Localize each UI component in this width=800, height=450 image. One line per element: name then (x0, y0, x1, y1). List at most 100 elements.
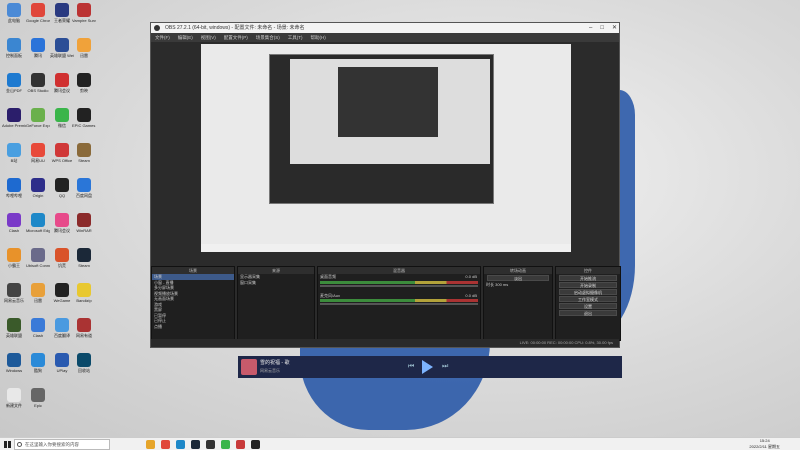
desktop-icon[interactable]: 英雄联盟 WeGame版 (50, 38, 74, 58)
desktop-icon[interactable]: 网易云音乐 (2, 283, 26, 303)
start-button[interactable] (0, 438, 14, 450)
desktop-icon[interactable]: GeForce Experience (26, 108, 50, 128)
taskbar-search[interactable]: 在这里输入你要搜索的内容 (14, 438, 110, 450)
app-icon (7, 213, 21, 227)
desktop-icon[interactable]: Origin (26, 178, 50, 198)
desktop-icon[interactable]: 回收站 (72, 353, 96, 373)
desktop-icon[interactable]: Steam (72, 143, 96, 163)
desktop-icon[interactable]: 腾讯会议 (50, 73, 74, 93)
desktop-icon[interactable]: Epic (26, 388, 50, 408)
prev-icon[interactable]: ⏮ (408, 363, 414, 371)
desktop-icon[interactable]: 腾讯会议 (50, 213, 74, 233)
desktop-icon[interactable]: B站 (2, 143, 26, 163)
menu-item[interactable]: 帮助(H) (311, 33, 326, 42)
menu-item[interactable]: 视图(V) (201, 33, 216, 42)
edge-icon[interactable] (176, 439, 185, 449)
obs-preview[interactable] (201, 44, 571, 252)
desktop-icon[interactable]: Microsoft Edge (26, 213, 50, 233)
desktop-icon[interactable]: 控制面板 (2, 38, 26, 58)
desktop-icon[interactable]: WeGame (50, 283, 74, 303)
desktop-icon[interactable]: Bandizip (72, 283, 96, 303)
chrome-icon[interactable] (161, 439, 170, 449)
wechat-icon[interactable] (221, 439, 230, 449)
desktop-icon[interactable]: UPlay (50, 353, 74, 373)
desktop-icon-label: 此电脑 (8, 18, 20, 23)
qq-icon[interactable] (251, 439, 260, 449)
desktop-icon[interactable]: 王者荣耀 (50, 3, 74, 23)
desktop-icon[interactable]: 哔哩哔哩 (2, 178, 26, 198)
desktop-icon[interactable]: 百度网盘 (72, 178, 96, 198)
source-item[interactable]: 窗口采集 (238, 280, 314, 286)
control-button[interactable]: 开始录制 (559, 282, 617, 288)
obs-icon[interactable] (206, 439, 215, 449)
transition-select[interactable]: 淡出 (487, 275, 549, 281)
desktop-icon[interactable]: 饥荒 (50, 248, 74, 268)
app-icon (31, 38, 45, 52)
album-art[interactable] (241, 359, 257, 375)
desktop-icon[interactable]: QQ (50, 178, 74, 198)
desktop-icon[interactable]: 网易有道 (72, 318, 96, 338)
app-icon (7, 388, 21, 402)
close-icon[interactable]: ✕ (612, 23, 617, 33)
volume-slider[interactable] (320, 284, 478, 287)
desktop-icon[interactable]: 英雄联盟 (2, 318, 26, 338)
desktop-icon[interactable]: 微信 (50, 108, 74, 128)
desktop-icon[interactable]: 腾讯 (26, 38, 50, 58)
desktop-icon[interactable]: 小霸王 (2, 248, 26, 268)
desktop-icon[interactable]: 百度翻译 (50, 318, 74, 338)
menu-item[interactable]: 场景集合(S) (256, 33, 280, 42)
app-icon (77, 143, 91, 157)
desktop-icon[interactable]: 金山PDF (2, 73, 26, 93)
scene-item[interactable]: 点播 (152, 324, 234, 330)
control-button[interactable]: 工作室模式 (559, 296, 617, 302)
desktop-icon[interactable]: Google Chrome (26, 3, 50, 23)
music-icon[interactable] (236, 439, 245, 449)
control-button[interactable]: 开始推流 (559, 275, 617, 281)
desktop-icon[interactable]: Ubisoft Connect (26, 248, 50, 268)
desktop-icon[interactable]: 新建文件 (2, 388, 26, 408)
mixer-track: 桌面音频 0.0 dB (318, 274, 480, 287)
desktop-icon[interactable]: Vampire Survivors (72, 3, 96, 23)
desktop-icon[interactable]: WinRAR (72, 213, 96, 233)
next-icon[interactable]: ⏭ (442, 363, 448, 371)
file-explorer-icon[interactable] (146, 439, 155, 449)
desktop-icon[interactable]: Steam (72, 248, 96, 268)
sources-list: 显示器采集 窗口采集 (238, 274, 314, 285)
desktop-icon[interactable]: Adobe Premiere (2, 108, 26, 128)
menu-item[interactable]: 编辑(E) (178, 33, 193, 42)
desktop-icon-label: WeGame (53, 298, 71, 303)
control-button[interactable]: 设置 (559, 303, 617, 309)
steam-icon[interactable] (191, 439, 200, 449)
volume-slider[interactable] (320, 303, 478, 305)
scenes-list: 场景 小窗 - 直播 多分屏场景 视频播放场景 无画面场景 游戏 黑屏 已暂停 已停止 点播 (152, 274, 234, 329)
play-icon[interactable] (422, 360, 433, 374)
desktop-icon[interactable]: OBS Studio (26, 73, 50, 93)
menu-item[interactable]: 工具(T) (288, 33, 303, 42)
app-icon (77, 353, 91, 367)
desktop-icon[interactable]: WPS Office (50, 143, 74, 163)
desktop-icon[interactable]: 此电脑 (2, 3, 26, 23)
sources-panel: 来源 显示器采集 窗口采集 (237, 266, 315, 341)
control-button[interactable]: 退出 (559, 310, 617, 316)
obs-titlebar[interactable]: OBS 27.2.1 (64-bit, windows) - 配置文件: 未命名… (151, 23, 619, 33)
taskbar-clock[interactable]: 15:24 2022/2/11 星期五 (749, 438, 780, 449)
desktop-icon[interactable]: Clash (2, 213, 26, 233)
duration-value[interactable]: 300 ms (495, 282, 508, 287)
desktop-icon-label: 英雄联盟 WeGame版 (50, 53, 74, 58)
app-icon (31, 388, 45, 402)
desktop-icon[interactable]: 迅雷 (26, 283, 50, 303)
desktop-icon[interactable]: 迅雷 (72, 38, 96, 58)
desktop-icon[interactable]: Clash (26, 318, 50, 338)
obs-title: OBS 27.2.1 (64-bit, windows) - 配置文件: 未命名… (165, 25, 305, 31)
desktop-icon[interactable]: Windows (2, 353, 26, 373)
minimize-icon[interactable]: – (589, 23, 592, 33)
control-button[interactable]: 启动虚拟摄像机 (559, 289, 617, 295)
menu-item[interactable]: 配置文件(P) (224, 33, 248, 42)
desktop-icon[interactable]: 剪映 (72, 73, 96, 93)
app-icon (55, 248, 69, 262)
desktop-icon[interactable]: 网易UU (26, 143, 50, 163)
desktop-icon[interactable]: 酷狗 (26, 353, 50, 373)
desktop-icon[interactable]: EPIC Games Launcher (72, 108, 96, 128)
maximize-icon[interactable]: □ (600, 23, 604, 33)
menu-item[interactable]: 文件(F) (155, 33, 170, 42)
